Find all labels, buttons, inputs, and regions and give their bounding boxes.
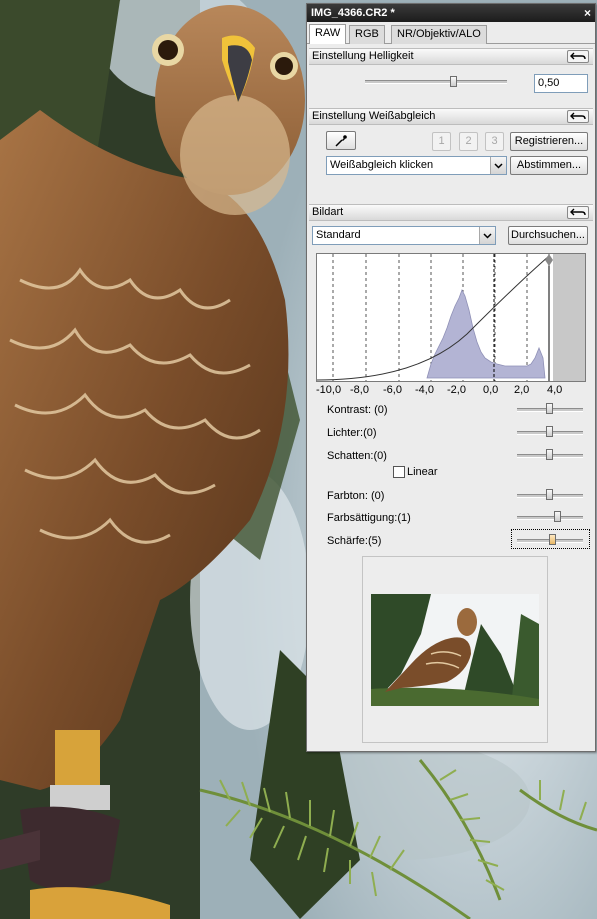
x-tick-label: 0,0 (483, 384, 499, 396)
white-point-handle (545, 254, 553, 266)
preview-thumbnail[interactable] (371, 594, 539, 706)
x-tick-label: -8,0 (350, 384, 369, 396)
linear-checkbox[interactable] (393, 466, 405, 478)
clip-region (553, 254, 585, 381)
wb-mode-select[interactable]: Weißabgleich klicken (326, 156, 507, 175)
hue-slider-thumb[interactable] (546, 489, 553, 500)
close-icon[interactable]: × (584, 4, 591, 22)
x-tick-label: -6,0 (383, 384, 402, 396)
picture-style-value: Standard (316, 229, 361, 241)
picture-style-title: Bildart (312, 206, 344, 218)
brightness-slider-thumb[interactable] (450, 76, 458, 87)
x-tick-label: 4,0 (547, 384, 563, 396)
undo-arrow-icon (570, 52, 586, 60)
x-tick-label: -4,0 (415, 384, 434, 396)
wb-register-button[interactable]: Registrieren... (510, 132, 588, 151)
picture-style-select[interactable]: Standard (312, 226, 496, 245)
palette-titlebar[interactable]: IMG_4366.CR2 * × (307, 4, 595, 22)
contrast-label: Kontrast: (0) (327, 404, 388, 416)
picture-style-browse-button[interactable]: Durchsuchen... (508, 226, 588, 245)
chevron-down-icon (479, 227, 495, 244)
saturation-slider-thumb[interactable] (553, 511, 561, 522)
white-balance-title: Einstellung Weißabgleich (312, 110, 436, 122)
window-title: IMG_4366.CR2 * (311, 7, 395, 19)
x-tick-label: -10,0 (316, 384, 342, 396)
preview-panel (362, 556, 548, 743)
picture-style-reset-button[interactable] (567, 206, 589, 219)
shadows-label: Schatten:(0) (327, 450, 387, 462)
saturation-slider-track[interactable] (517, 516, 583, 520)
chevron-down-icon (490, 157, 506, 174)
white-balance-reset-button[interactable] (567, 110, 589, 123)
sharpness-slider-thumb[interactable] (549, 534, 557, 545)
tab-rgb[interactable]: RGB (349, 25, 385, 44)
picture-style-section-header: Bildart (309, 204, 593, 221)
wb-mode-value: Weißabgleich klicken (330, 159, 434, 171)
tab-raw[interactable]: RAW (309, 24, 347, 44)
wb-register-slot-1-button[interactable]: 1 (432, 132, 451, 151)
sharpness-label: Schärfe:(5) (327, 535, 382, 547)
brightness-value-field[interactable]: 0,50 (534, 74, 588, 93)
histogram-plot (316, 254, 585, 381)
hue-label: Farbton: (0) (327, 490, 385, 502)
eyedropper-button[interactable] (326, 131, 356, 150)
white-balance-section-header: Einstellung Weißabgleich (309, 108, 593, 125)
highlights-label: Lichter:(0) (327, 427, 377, 439)
saturation-label: Farbsättigung:(1) (327, 512, 411, 524)
brightness-title: Einstellung Helligkeit (312, 50, 414, 62)
contrast-slider-thumb[interactable] (546, 403, 553, 414)
linear-label: Linear (407, 466, 438, 478)
brightness-section-header: Einstellung Helligkeit (309, 48, 593, 65)
wb-register-slot-3-button[interactable]: 3 (485, 132, 504, 151)
tab-strip: RAW RGB NR/Objektiv/ALO (307, 22, 595, 44)
undo-arrow-icon (570, 112, 586, 120)
wb-adjust-button[interactable]: Abstimmen... (510, 156, 588, 175)
histogram-gridlines (332, 254, 528, 381)
histogram[interactable] (316, 253, 586, 382)
tool-palette: IMG_4366.CR2 * × RAW RGB NR/Objektiv/ALO… (306, 3, 596, 752)
wb-register-slot-2-button[interactable]: 2 (459, 132, 478, 151)
highlights-slider-thumb[interactable] (546, 426, 553, 437)
x-tick-label: 2,0 (514, 384, 530, 396)
x-tick-label: -2,0 (447, 384, 466, 396)
brightness-reset-button[interactable] (567, 50, 589, 63)
shadows-slider-thumb[interactable] (546, 449, 553, 460)
undo-arrow-icon (570, 208, 586, 216)
eyedropper-icon (335, 135, 347, 147)
tab-nr-objektiv-alo[interactable]: NR/Objektiv/ALO (391, 25, 487, 44)
brightness-slider-track[interactable] (365, 80, 507, 84)
